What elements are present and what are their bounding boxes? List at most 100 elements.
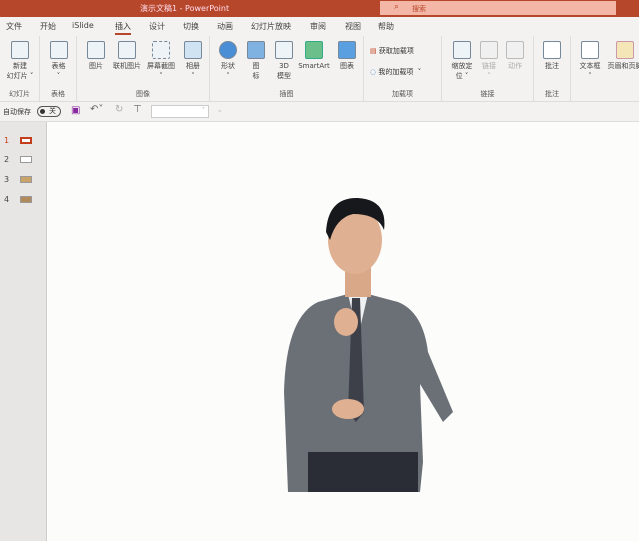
group-label: 表格 xyxy=(40,89,76,99)
tab-design[interactable]: 设计 xyxy=(149,17,165,32)
slide-number: 4 xyxy=(4,195,9,204)
slide-number: 2 xyxy=(4,155,9,164)
label: 动作 xyxy=(508,62,522,70)
group-links: 缩放定 位 ˅ 链接 ˅ 动作 链接 xyxy=(442,36,534,102)
3d-model-button[interactable]: 3D 模型 xyxy=(272,41,296,81)
comment-button[interactable]: 批注 xyxy=(538,41,566,71)
shapes-icon xyxy=(219,41,237,59)
group-label: 幻灯片 xyxy=(0,89,39,99)
new-slide-button[interactable]: 新建 幻灯片 ˅ xyxy=(2,41,38,81)
search-box[interactable]: ⌕ 搜索 xyxy=(380,1,616,15)
label: 屏幕截图 ˅ xyxy=(147,62,175,80)
get-addins-button[interactable]: ▤ 获取加载项 xyxy=(370,46,414,56)
screenshot-icon xyxy=(152,41,170,59)
new-slide-icon xyxy=(11,41,29,59)
tab-home[interactable]: 开始 xyxy=(40,17,56,32)
smartart-button[interactable]: SmartArt xyxy=(296,41,332,71)
group-table: 表格 ˅ 表格 xyxy=(40,36,77,102)
group-text: 文本框 ˅ 页眉和页脚 xyxy=(571,36,639,102)
label: 链接 ˅ xyxy=(482,62,496,80)
online-picture-icon xyxy=(118,41,136,59)
present-icon[interactable]: ⊤ xyxy=(133,104,142,115)
ribbon: 新建 幻灯片 ˅ 幻灯片 表格 ˅ 表格 图片 联机图片 屏幕截图 ˅ 相册 ˅… xyxy=(0,36,639,102)
person-photo[interactable] xyxy=(48,122,639,541)
group-illustrations: 形状 ˅ 图 标 3D 模型 SmartArt 图表 插图 xyxy=(210,36,364,102)
picture-button[interactable]: 图片 xyxy=(81,41,111,71)
icons-button[interactable]: 图 标 xyxy=(244,41,268,81)
comment-icon xyxy=(543,41,561,59)
tab-review[interactable]: 审阅 xyxy=(310,17,326,32)
group-slides: 新建 幻灯片 ˅ 幻灯片 xyxy=(0,36,40,102)
customize-qat-icon[interactable]: ₌ xyxy=(218,106,222,114)
header-footer-icon xyxy=(616,41,634,59)
save-icon[interactable]: ▣ xyxy=(71,105,80,116)
table-button[interactable]: 表格 ˅ xyxy=(42,41,75,81)
label: 联机图片 xyxy=(113,62,141,70)
tab-help[interactable]: 帮助 xyxy=(378,17,394,32)
autosave-label: 自动保存 xyxy=(3,107,31,117)
font-box[interactable] xyxy=(151,105,209,118)
store-icon: ▤ xyxy=(370,47,379,55)
redo-icon[interactable]: ↻ xyxy=(115,104,123,115)
group-label: 加载项 xyxy=(364,89,441,99)
group-label: 链接 xyxy=(442,89,533,99)
label: 3D 模型 xyxy=(277,62,291,80)
shapes-button[interactable]: 形状 ˅ xyxy=(216,41,240,81)
group-label: 图像 xyxy=(77,89,209,99)
label: 获取加载项 xyxy=(379,47,414,55)
tab-file[interactable]: 文件 xyxy=(6,17,22,32)
thumbnail-image xyxy=(20,196,32,203)
label: 批注 xyxy=(545,62,559,70)
toggle-knob xyxy=(40,109,45,114)
tab-animations[interactable]: 动画 xyxy=(217,17,233,32)
star-icon xyxy=(506,41,524,59)
album-icon xyxy=(184,41,202,59)
icons-icon xyxy=(247,41,265,59)
slide-thumbnail[interactable]: 3 xyxy=(4,175,9,184)
search-icon: ⌕ xyxy=(394,2,399,12)
screenshot-button[interactable]: 屏幕截图 ˅ xyxy=(143,41,179,81)
group-images: 图片 联机图片 屏幕截图 ˅ 相册 ˅ 图像 xyxy=(77,36,210,102)
label: 图 标 xyxy=(253,62,260,80)
album-button[interactable]: 相册 ˅ xyxy=(179,41,207,81)
my-addins-button[interactable]: ◌ 我的加载项 ˅ xyxy=(370,67,421,77)
chevron-down-icon[interactable]: ˅ xyxy=(202,107,205,114)
slide-canvas[interactable] xyxy=(48,122,639,541)
label: SmartArt xyxy=(298,62,330,70)
ribbon-tabs: 文件 开始 iSlide 插入 设计 切换 动画 幻灯片放映 审阅 视图 帮助 xyxy=(0,17,639,36)
autosave-toggle[interactable]: 关 xyxy=(37,106,61,117)
label: 新建 幻灯片 ˅ xyxy=(7,62,34,80)
slide-thumbnail[interactable]: 1 xyxy=(4,136,9,145)
chart-icon xyxy=(338,41,356,59)
toggle-state: 关 xyxy=(49,107,56,115)
tab-insert[interactable]: 插入 xyxy=(115,17,131,35)
header-footer-button[interactable]: 页眉和页脚 xyxy=(605,41,639,71)
undo-icon[interactable]: ↶˅ xyxy=(90,104,103,115)
thumbnail-image xyxy=(20,156,32,163)
tab-islide[interactable]: iSlide xyxy=(72,17,94,30)
thumbnail-image xyxy=(20,137,32,144)
tab-slideshow[interactable]: 幻灯片放映 xyxy=(251,17,291,32)
link-button[interactable]: 链接 ˅ xyxy=(476,41,502,81)
slide-number: 1 xyxy=(4,136,9,145)
group-label: 批注 xyxy=(534,89,570,99)
label: 图片 xyxy=(89,62,103,70)
picture-icon xyxy=(87,41,105,59)
zoom-button[interactable]: 缩放定 位 ˅ xyxy=(446,41,478,81)
online-picture-button[interactable]: 联机图片 xyxy=(109,41,145,71)
textbox-button[interactable]: 文本框 ˅ xyxy=(575,41,605,81)
label: 页眉和页脚 xyxy=(608,62,639,70)
chart-button[interactable]: 图表 xyxy=(334,41,360,71)
tab-transitions[interactable]: 切换 xyxy=(183,17,199,32)
slide-thumbnail[interactable]: 2 xyxy=(4,155,9,164)
tab-view[interactable]: 视图 xyxy=(345,17,361,32)
label: 形状 ˅ xyxy=(221,62,235,80)
slide-thumbnail[interactable]: 4 xyxy=(4,195,9,204)
window-title: 演示文稿1 - PowerPoint xyxy=(140,3,229,14)
link-icon xyxy=(480,41,498,59)
action-button[interactable]: 动作 xyxy=(502,41,528,71)
zoom-icon xyxy=(453,41,471,59)
group-comments: 批注 批注 xyxy=(534,36,571,102)
group-label: 插图 xyxy=(210,89,363,99)
cube-icon xyxy=(275,41,293,59)
